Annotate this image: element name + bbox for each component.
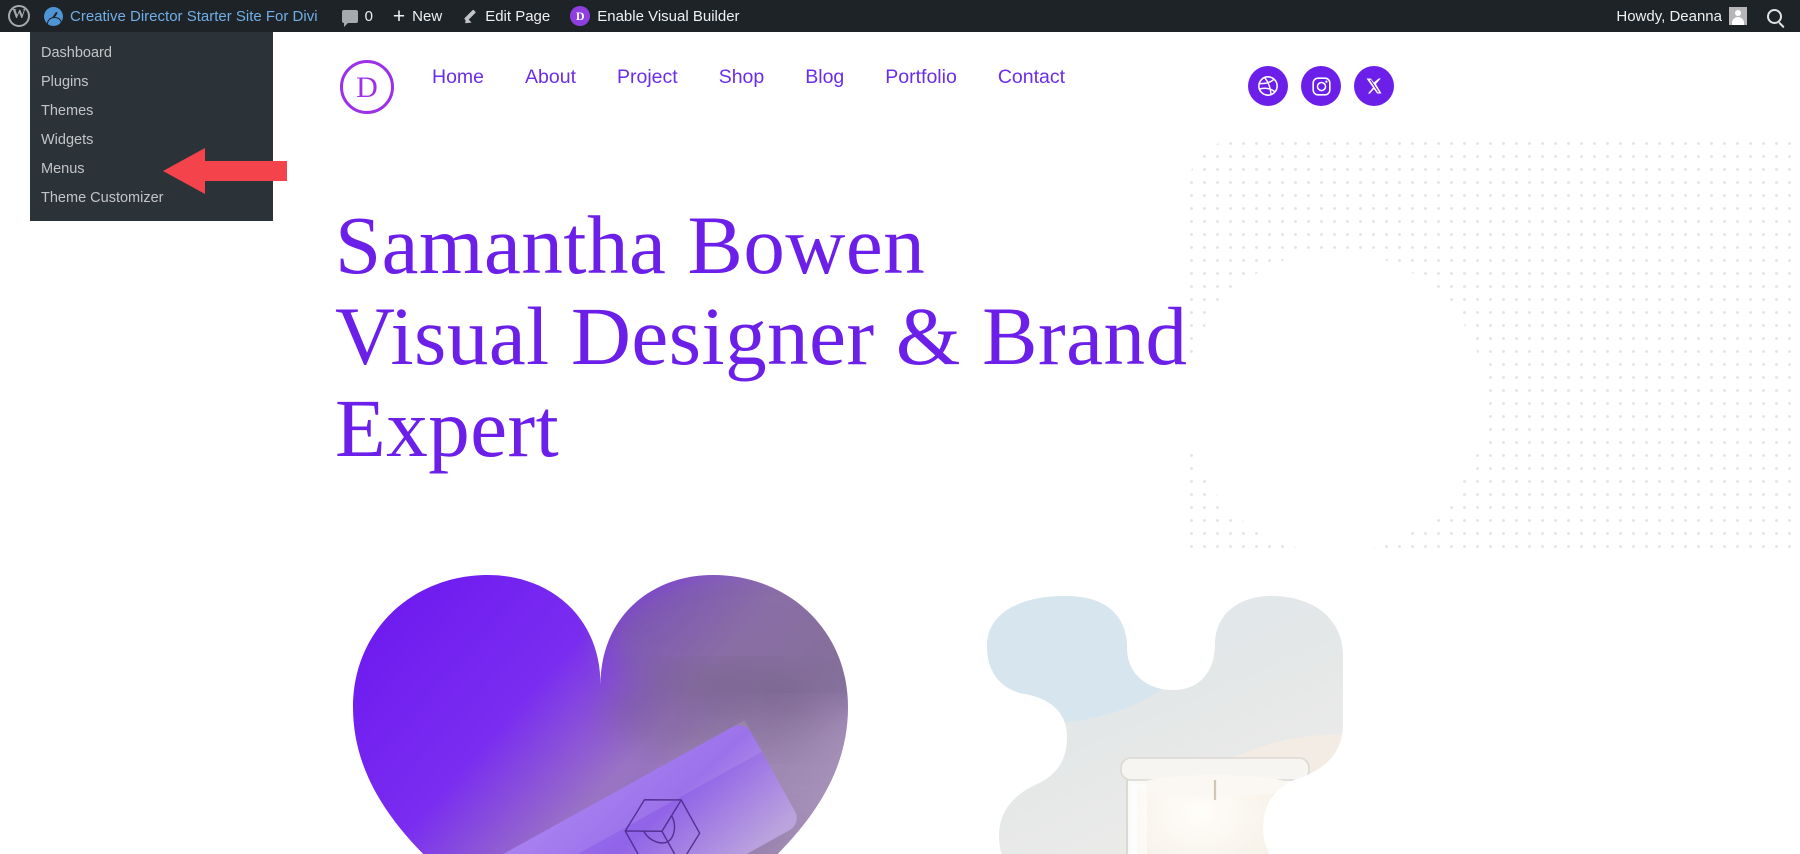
hero-line-1: Samantha Bowen xyxy=(335,199,926,291)
social-link-instagram[interactable] xyxy=(1301,66,1341,106)
site-logo[interactable]: D xyxy=(340,60,394,114)
site-name-label: Creative Director Starter Site For Divi xyxy=(70,7,318,25)
hero-heading: Samantha Bowen Visual Designer & Brand E… xyxy=(335,199,1285,474)
nav-item-about[interactable]: About xyxy=(525,66,576,89)
main-navigation: Home About Project Shop Blog Portfolio C… xyxy=(432,66,1065,89)
menu-item-themes[interactable]: Themes xyxy=(30,97,273,126)
plus-icon: + xyxy=(392,4,406,28)
hero-line-2: Visual Designer & Brand xyxy=(335,290,1188,383)
adminbar-site-name[interactable]: Creative Director Starter Site For Divi xyxy=(36,0,332,32)
hero-image-left xyxy=(333,575,868,854)
search-icon xyxy=(1767,8,1782,24)
pencil-icon xyxy=(462,8,478,24)
comment-bubble-icon xyxy=(341,9,358,27)
nav-item-portfolio[interactable]: Portfolio xyxy=(885,66,957,89)
adminbar-new[interactable]: + New xyxy=(383,0,452,32)
adminbar-my-account[interactable]: Howdy, Deanna xyxy=(1606,0,1757,32)
nav-item-project[interactable]: Project xyxy=(617,66,678,89)
menu-item-dashboard[interactable]: Dashboard xyxy=(30,39,273,68)
edit-page-label: Edit Page xyxy=(485,7,551,25)
adminbar-search[interactable] xyxy=(1757,0,1800,32)
dribbble-icon xyxy=(1258,76,1278,96)
divi-logo-icon: D xyxy=(570,6,591,26)
menu-item-theme-customizer[interactable]: Theme Customizer xyxy=(30,184,273,213)
x-twitter-icon xyxy=(1366,78,1382,94)
heart-shape-image xyxy=(353,575,848,854)
social-link-x-twitter[interactable] xyxy=(1354,66,1394,106)
visual-builder-label: Enable Visual Builder xyxy=(597,7,740,25)
hero-image-right xyxy=(915,594,1450,854)
site-logo-letter: D xyxy=(356,70,378,104)
blob-shape-image xyxy=(987,596,1343,854)
nav-item-contact[interactable]: Contact xyxy=(998,66,1065,89)
social-links xyxy=(1248,66,1394,106)
adminbar-comments[interactable]: 0 xyxy=(332,0,383,32)
dashboard-speedometer-icon xyxy=(44,6,63,26)
avatar-icon xyxy=(1729,7,1747,25)
comments-count: 0 xyxy=(364,7,373,25)
adminbar-right-group: Howdy, Deanna xyxy=(1606,0,1800,32)
wordpress-logo-icon xyxy=(8,4,30,27)
nav-item-home[interactable]: Home xyxy=(432,66,484,89)
adminbar-enable-visual-builder[interactable]: D Enable Visual Builder xyxy=(560,0,749,32)
hero-line-3: Expert xyxy=(335,381,560,474)
new-label: New xyxy=(412,7,443,25)
howdy-label: Howdy, Deanna xyxy=(1616,7,1722,25)
nav-item-shop[interactable]: Shop xyxy=(719,66,765,89)
nav-item-blog[interactable]: Blog xyxy=(805,66,844,89)
instagram-icon xyxy=(1311,76,1331,96)
wp-admin-bar: Creative Director Starter Site For Divi … xyxy=(0,0,1800,32)
menu-item-widgets[interactable]: Widgets xyxy=(30,126,273,155)
adminbar-edit-page[interactable]: Edit Page xyxy=(452,0,560,32)
menu-item-plugins[interactable]: Plugins xyxy=(30,68,273,97)
adminbar-site-dropdown-menu: Dashboard Plugins Themes Widgets Menus T… xyxy=(30,32,273,221)
menu-item-menus[interactable]: Menus xyxy=(30,155,273,184)
adminbar-wp-logo[interactable] xyxy=(0,0,36,32)
social-link-dribbble[interactable] xyxy=(1248,66,1288,106)
